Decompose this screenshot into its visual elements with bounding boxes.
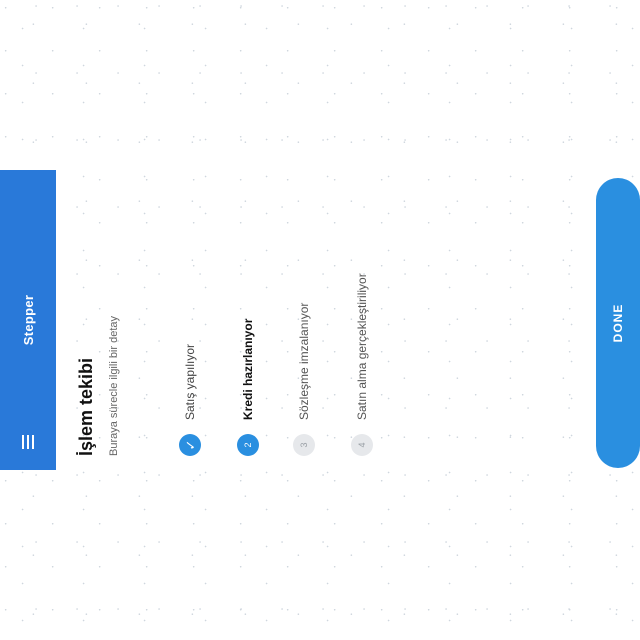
step-label: Kredi hazırlanıyor [241,318,255,420]
step-3[interactable]: 3 Sözleşme imzalanıyor [292,303,316,456]
app-bar: Stepper [0,170,56,470]
step-4[interactable]: 4 Satın alma gerçekleştiriliyor [350,273,374,456]
step-1[interactable]: ✓ Satış yapılıyor [178,344,202,456]
app-frame: Stepper İşlem tekibi Buraya sürecle ilgi… [0,170,640,470]
page-subtitle: Buraya sürecle ilgili bir detay [108,315,120,456]
step-complete-bullet: ✓ [179,434,201,456]
step-number-bullet: 4 [351,434,373,456]
step-number-bullet: 2 [237,434,259,456]
screen: Stepper İşlem tekibi Buraya sürecle ilgi… [0,0,640,640]
step-number-bullet: 3 [293,434,315,456]
step-label: Satın alma gerçekleştiriliyor [355,273,369,420]
done-button[interactable]: DONE [596,178,640,468]
check-icon: ✓ [182,439,198,451]
step-label: Sözleşme imzalanıyor [297,302,311,420]
page-title: İşlem tekibi [76,357,96,456]
hamburger-icon [22,435,34,449]
menu-button[interactable] [0,414,56,470]
step-2[interactable]: 2 Kredi hazırlanıyor [236,319,260,456]
app-bar-title: Stepper [20,294,36,346]
step-label: Satış yapılıyor [183,343,197,420]
